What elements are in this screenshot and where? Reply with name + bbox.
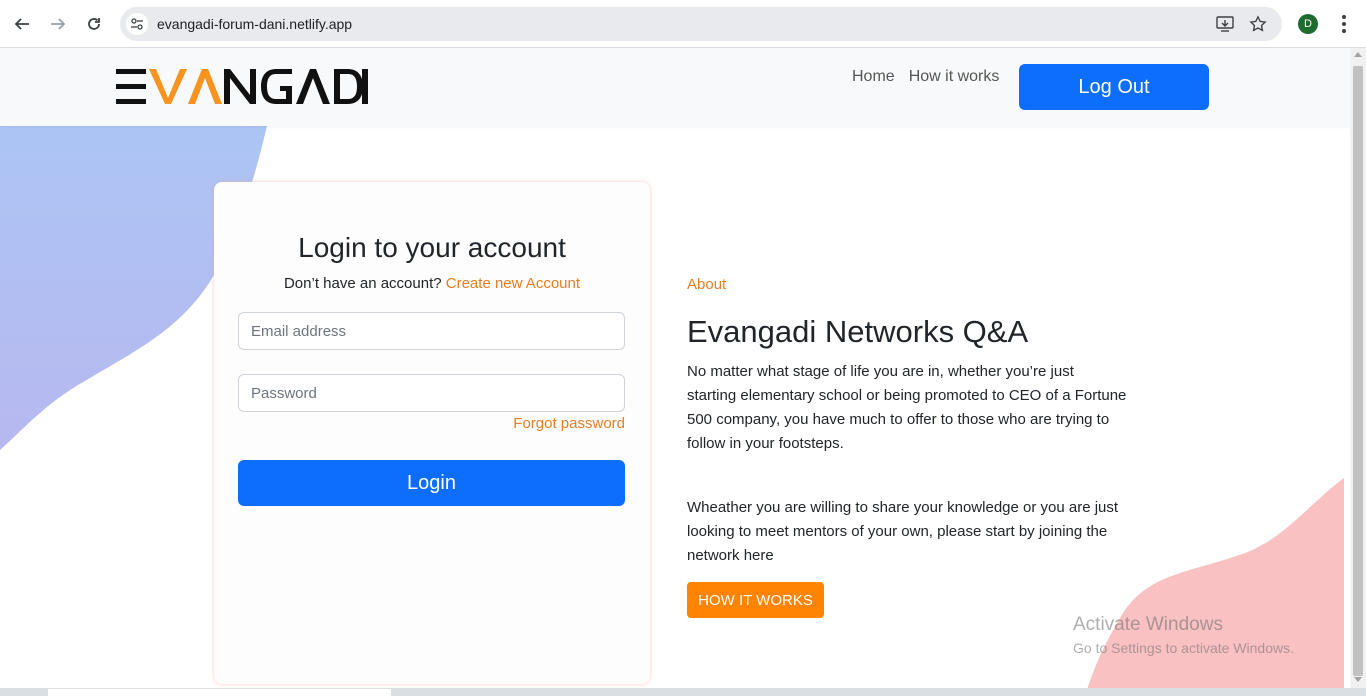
site-settings-icon[interactable] bbox=[126, 13, 148, 35]
nav-how-it-works-link[interactable]: How it works bbox=[909, 68, 1000, 86]
page-scrollbar[interactable] bbox=[1350, 48, 1366, 688]
signup-prompt-text: Don’t have an account? bbox=[283, 275, 442, 292]
logout-button[interactable]: Log Out bbox=[1019, 64, 1209, 110]
os-taskbar bbox=[0, 688, 1366, 696]
scroll-down-arrow-icon[interactable] bbox=[1354, 677, 1362, 682]
forward-arrow-icon[interactable] bbox=[46, 12, 70, 36]
how-it-works-button[interactable]: HOW IT WORKS bbox=[687, 582, 824, 618]
watermark-line-2: Go to Settings to activate Windows. bbox=[1073, 640, 1294, 656]
profile-avatar[interactable]: D bbox=[1298, 14, 1318, 34]
url-text: evangadi-forum-dani.netlify.app bbox=[157, 16, 353, 32]
browser-menu-icon[interactable] bbox=[1336, 12, 1352, 36]
install-app-icon[interactable] bbox=[1216, 7, 1234, 41]
site-header: Home How it works Log Out bbox=[0, 48, 1350, 126]
scrollbar-thumb[interactable] bbox=[1353, 66, 1363, 676]
bookmark-star-icon[interactable] bbox=[1249, 7, 1267, 41]
back-arrow-icon[interactable] bbox=[10, 12, 34, 36]
login-title: Login to your account bbox=[298, 232, 566, 263]
scroll-up-arrow-icon[interactable] bbox=[1354, 52, 1362, 57]
evangadi-logo-mark bbox=[116, 69, 368, 104]
nav-home-link[interactable]: Home bbox=[852, 68, 895, 86]
main-nav: Home How it works bbox=[852, 68, 999, 86]
reload-icon[interactable] bbox=[82, 12, 106, 36]
about-title: Evangadi Networks Q&A bbox=[687, 314, 1029, 349]
create-account-link[interactable]: Create new Account bbox=[446, 275, 580, 292]
password-field[interactable] bbox=[238, 374, 625, 412]
login-card: Login to your account Don’t have an acco… bbox=[214, 182, 650, 684]
email-field[interactable] bbox=[238, 312, 625, 350]
activate-windows-watermark: Activate Windows Go to Settings to activ… bbox=[1073, 614, 1294, 656]
page-viewport: Home How it works Log Out Login to your … bbox=[0, 48, 1350, 688]
about-paragraph-1: No matter what stage of life you are in,… bbox=[687, 363, 1127, 452]
forgot-password-link[interactable]: Forgot password bbox=[513, 415, 625, 432]
about-paragraph-2: Wheather you are willing to share your k… bbox=[687, 499, 1119, 564]
evangadi-logo[interactable] bbox=[116, 68, 368, 111]
login-button[interactable]: Login bbox=[238, 460, 625, 506]
signup-prompt: Don’t have an account? Create new Accoun… bbox=[214, 275, 650, 292]
watermark-line-1: Activate Windows bbox=[1073, 614, 1223, 635]
taskbar-item[interactable] bbox=[48, 689, 391, 696]
about-label: About bbox=[687, 276, 727, 293]
address-bar[interactable]: evangadi-forum-dani.netlify.app bbox=[120, 7, 1282, 41]
browser-toolbar: evangadi-forum-dani.netlify.app D bbox=[0, 0, 1366, 48]
